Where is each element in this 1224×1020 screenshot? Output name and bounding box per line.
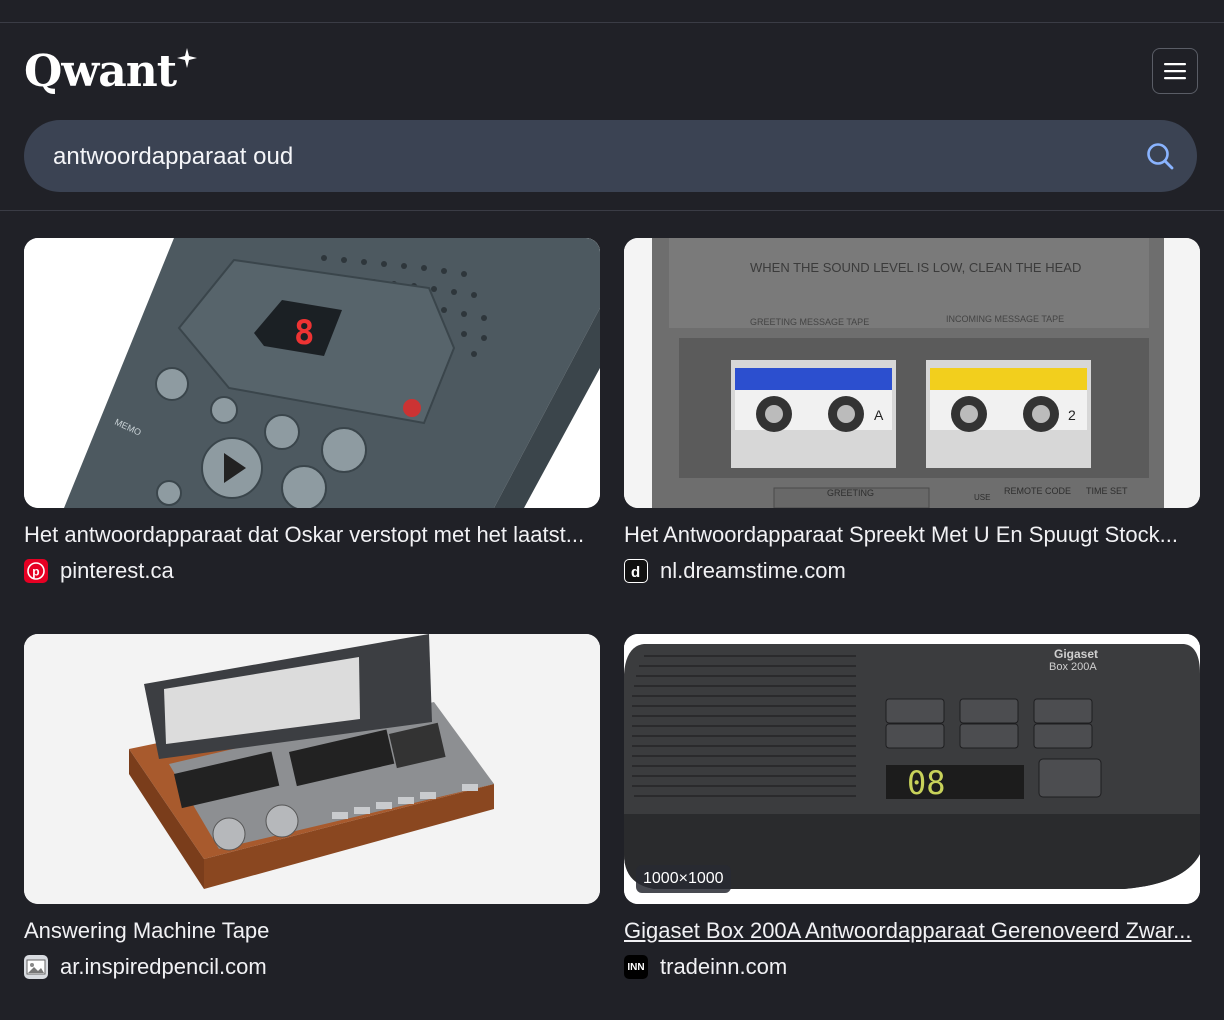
image-text-greeting: GREETING — [827, 488, 874, 498]
result-domain: nl.dreamstime.com — [660, 558, 846, 583]
pinterest-icon: p — [24, 559, 48, 583]
result-thumbnail[interactable] — [24, 634, 600, 904]
image-text-use: USE — [974, 493, 990, 502]
image-text-display: 08 — [907, 764, 946, 802]
header-divider — [0, 210, 1224, 211]
tradeinn-icon: INN — [624, 955, 648, 979]
image-text-tape-2: 2 — [1068, 407, 1076, 423]
tradeinn-favicon-text: INN — [627, 961, 645, 973]
dreamstime-icon: d — [624, 559, 648, 583]
hamburger-icon — [1164, 63, 1186, 80]
search-input[interactable] — [51, 120, 1135, 194]
result-title[interactable]: Gigaset Box 200A Antwoordapparaat Gereno… — [624, 917, 1200, 945]
image-text-remote: REMOTE CODE — [1004, 486, 1071, 496]
image-text-model: Box 200A — [1049, 661, 1097, 673]
result-domain: ar.inspiredpencil.com — [60, 954, 267, 979]
menu-button[interactable] — [1152, 48, 1198, 94]
result-title[interactable]: Het antwoordapparaat dat Oskar verstopt … — [24, 521, 600, 549]
image-result-card[interactable]: WHEN THE SOUND LEVEL IS LOW, CLEAN THE H… — [624, 238, 1200, 585]
image-result-card[interactable]: 8 MEMO Het antwoordapparaat dat Oskar ve… — [24, 238, 600, 585]
top-divider — [0, 22, 1224, 23]
qwant-logo[interactable]: Qwant — [24, 44, 198, 100]
result-title[interactable]: Answering Machine Tape — [24, 917, 600, 945]
result-thumbnail[interactable]: WHEN THE SOUND LEVEL IS LOW, CLEAN THE H… — [624, 238, 1200, 508]
sparkle-icon — [177, 48, 198, 68]
image-text-left-tape: GREETING MESSAGE TAPE — [750, 317, 869, 327]
image-text-brand: Gigaset — [1054, 647, 1098, 661]
search-bar — [24, 120, 1197, 194]
result-source[interactable]: p pinterest.ca — [24, 557, 600, 585]
image-dimensions-badge: 1000×1000 — [636, 865, 731, 893]
image-result-card[interactable]: Answering Machine Tape ar.inspiredpencil… — [24, 634, 600, 981]
result-domain: pinterest.ca — [60, 558, 174, 583]
svg-text:d: d — [631, 564, 640, 581]
image-text-right-tape: INCOMING MESSAGE TAPE — [946, 314, 1064, 324]
svg-text:8: 8 — [294, 313, 314, 353]
search-icon[interactable] — [1146, 142, 1174, 170]
result-domain: tradeinn.com — [660, 954, 788, 979]
image-text-tape-a: A — [874, 407, 884, 423]
logo-text: Qwant — [24, 46, 177, 97]
image-result-card[interactable]: Gigaset Box 200A 08 1000×1000 Gigaset Bo… — [624, 634, 1200, 981]
image-text-time: TIME SET — [1086, 486, 1128, 496]
result-thumbnail[interactable]: 8 MEMO — [24, 238, 600, 508]
result-title[interactable]: Het Antwoordapparaat Spreekt Met U En Sp… — [624, 521, 1200, 549]
inspiredpencil-icon — [24, 955, 48, 979]
result-source[interactable]: INN tradeinn.com — [624, 953, 1200, 981]
svg-text:p: p — [32, 565, 39, 579]
result-source[interactable]: ar.inspiredpencil.com — [24, 953, 600, 981]
image-text-top: WHEN THE SOUND LEVEL IS LOW, CLEAN THE H… — [750, 260, 1081, 275]
result-thumbnail[interactable]: Gigaset Box 200A 08 1000×1000 — [624, 634, 1200, 904]
result-source[interactable]: d nl.dreamstime.com — [624, 557, 1200, 585]
